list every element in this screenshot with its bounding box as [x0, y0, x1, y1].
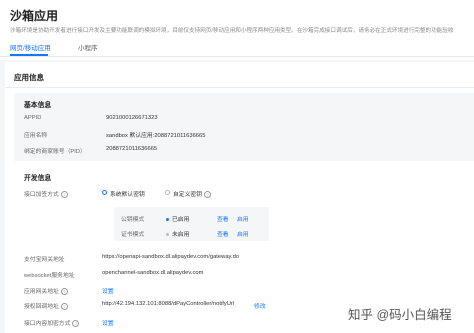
radio-system-default-key[interactable]	[102, 190, 107, 195]
page-description: 沙箱环境是协助开发者进行接口开发及主要功能联调的模拟环境，目前仅支持网页/移动应…	[10, 28, 454, 34]
app-name-value: sandbox 默认应用:2088721011636665	[106, 133, 206, 139]
public-key-mode-status: 已启用	[166, 214, 189, 223]
appid-value: 9021000126671323	[106, 115, 158, 121]
basic-info-title: 基本信息	[24, 102, 52, 109]
callback-label: 授权回调地址?	[24, 301, 68, 310]
callback-value: http://42.194.132.101:8088/dPayControlle…	[102, 301, 235, 307]
callback-edit-link[interactable]: 修改	[254, 301, 266, 310]
public-key-mode-label: 公钥模式	[121, 217, 145, 223]
option-custom-key[interactable]: 自定义密钥?	[173, 189, 211, 198]
websocket-value: openchannel-sandbox.dl.alipaydev.com	[102, 270, 204, 276]
content-encrypt-set-link[interactable]: 设置	[102, 318, 114, 327]
app-info-title: 应用信息	[14, 73, 44, 82]
cert-enable-link[interactable]: 启用	[237, 229, 249, 238]
cert-view-link[interactable]: 查看	[217, 229, 229, 238]
help-icon[interactable]: ?	[60, 190, 68, 198]
active-tab-indicator	[10, 54, 48, 56]
page-title: 沙箱应用	[10, 9, 59, 23]
help-icon[interactable]: ?	[204, 190, 211, 198]
gateway-value: https://openapi-sandbox.dl.alipaydev.com…	[102, 254, 240, 260]
cert-mode-label: 证书模式	[121, 232, 145, 238]
app-gateway-set-link[interactable]: 设置	[102, 286, 114, 295]
merchant-pid-label: 绑定的商家账号（PID）	[24, 149, 86, 155]
radio-custom-key[interactable]	[165, 190, 170, 195]
dev-info-title: 开发信息	[24, 175, 52, 182]
sign-method-label: 接口加签方式?	[24, 189, 68, 198]
websocket-label: websocket服务地址	[24, 273, 75, 279]
help-icon[interactable]: ?	[60, 287, 68, 295]
status-dot-disabled	[166, 232, 169, 236]
gateway-label: 支付宝网关地址	[24, 257, 65, 263]
tab-mini-program[interactable]: 小程序	[78, 42, 98, 52]
appid-label: APPID	[24, 115, 42, 121]
cert-mode-status: 未启用	[166, 229, 189, 238]
app-name-label: 应用名称	[24, 133, 48, 139]
app-gateway-label: 应用网关地址?	[24, 286, 68, 295]
app-type-tabs: 网页/移动应用 小程序	[0, 38, 474, 57]
card-divider	[5, 87, 474, 88]
zhihu-watermark: 知乎 @码小白编程	[348, 308, 452, 322]
status-dot-enabled	[166, 217, 169, 221]
merchant-pid-value: 2088721011636665	[106, 146, 158, 152]
sandbox-app-page: 沙箱应用 沙箱环境是协助开发者进行接口开发及主要功能联调的模拟环境，目前仅支持网…	[0, 0, 474, 333]
tab-web-mobile-app[interactable]: 网页/移动应用	[10, 42, 51, 52]
option-system-default-key[interactable]: 系统默认密钥	[110, 189, 145, 198]
help-icon[interactable]: ?	[72, 319, 80, 327]
help-icon[interactable]: ?	[60, 302, 68, 310]
public-key-enable-link[interactable]: 启用	[237, 214, 249, 223]
public-key-view-link[interactable]: 查看	[217, 214, 229, 223]
content-encrypt-label: 接口内容加密方式?	[24, 318, 80, 327]
